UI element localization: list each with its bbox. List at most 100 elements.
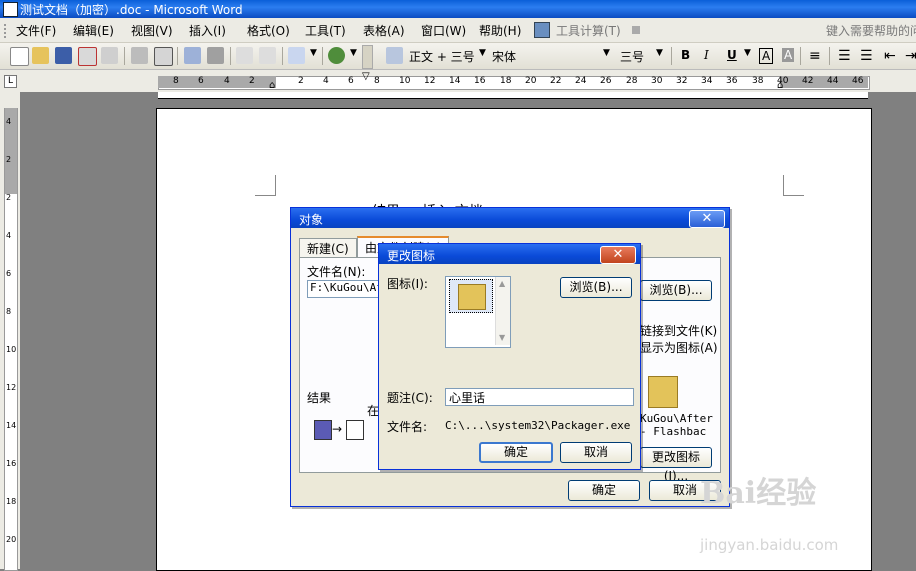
ruler-tick-label: 10 (399, 76, 411, 86)
underline-dropdown-icon[interactable]: ▼ (744, 48, 751, 58)
vertical-ruler-tick-label: 18 (6, 497, 17, 506)
menu-grip[interactable] (4, 24, 9, 38)
underline-button[interactable]: U (727, 48, 737, 62)
icon-list-item[interactable] (449, 279, 493, 313)
bullet-list-icon[interactable]: ☰ (860, 48, 873, 64)
vertical-ruler-tick-label: 2 (6, 193, 12, 202)
menu-stop-icon (632, 26, 640, 34)
ruler-tick-label: 4 (224, 76, 230, 86)
numbered-list-icon[interactable]: ☰ (838, 48, 851, 64)
ruler-tick-label: 8 (374, 76, 380, 86)
ruler-tick-label: 26 (600, 76, 612, 86)
spelling-icon[interactable] (184, 47, 201, 64)
toolbar-separator (282, 47, 283, 65)
print-preview-icon[interactable] (154, 47, 173, 66)
italic-button[interactable]: I (704, 48, 709, 62)
email-icon[interactable] (101, 47, 118, 64)
print-icon[interactable] (131, 47, 148, 64)
styles-pane-icon[interactable] (386, 47, 403, 64)
ruler-tick-label: 24 (575, 76, 587, 86)
font-size-combo[interactable]: 三号 (620, 48, 644, 65)
undo-dropdown-icon[interactable]: ▼ (310, 48, 317, 58)
menu-insert[interactable]: 插入(I) (189, 22, 226, 39)
align-justify-icon[interactable]: ≡ (809, 48, 821, 64)
menu-file[interactable]: 文件(F) (16, 22, 56, 39)
permission-icon[interactable] (78, 47, 97, 66)
menu-help[interactable]: 帮助(H) (479, 22, 521, 39)
change-icon-dialog-title: 更改图标 (387, 249, 436, 263)
icon-list[interactable]: ▲ ▼ (445, 276, 511, 348)
research-icon[interactable] (207, 47, 224, 64)
toolbar: ▼ ▼ 正文 + 三号 ▼ 宋体 ▼ 三号 ▼ B I U ▼ A A ≡ ☰ … (0, 43, 916, 70)
scroll-up-icon[interactable]: ▲ (499, 279, 505, 288)
ruler-tick-label: 28 (626, 76, 638, 86)
open-folder-icon[interactable] (32, 47, 49, 64)
left-indent-marker[interactable]: ⌂ (269, 80, 275, 91)
vertical-ruler-tick-label: 8 (6, 307, 12, 316)
menu-edit[interactable]: 编辑(E) (73, 22, 114, 39)
change-icon-button[interactable]: 更改图标(I)... (640, 447, 712, 483)
menu-window[interactable]: 窗口(W) (421, 22, 466, 39)
bold-button[interactable]: B (681, 48, 690, 62)
style-combo[interactable]: 正文 + 三号 (409, 48, 475, 65)
menu-tools[interactable]: 工具(T) (305, 22, 346, 39)
vertical-ruler-tick-label: 12 (6, 383, 17, 392)
ruler-tick-label: 14 (449, 76, 461, 86)
first-line-indent-marker[interactable]: ▽ (362, 71, 370, 82)
save-icon[interactable] (55, 47, 72, 64)
increase-indent-icon[interactable]: ⇥ (905, 48, 916, 64)
cancel-button[interactable]: 取消 (560, 442, 632, 463)
icon-caption-line2: - Flashbac (640, 425, 707, 438)
ok-button[interactable]: 确定 (568, 480, 640, 501)
caption-label: 题注(C): (387, 391, 433, 405)
font-combo[interactable]: 宋体 (492, 48, 516, 65)
tab-selector[interactable]: L (4, 75, 17, 88)
change-icon-dialog: 更改图标 ✕ 图标(I): ▲ ▼ 浏览(B)... 题注(C): 心里话 文件… (378, 243, 641, 470)
toolbar-separator (230, 47, 231, 65)
toolbar-overflow-icon[interactable] (362, 45, 373, 69)
ruler-tick-label: 36 (726, 76, 738, 86)
menu-view[interactable]: 视图(V) (131, 22, 173, 39)
caption-input[interactable]: 心里话 (445, 388, 634, 406)
ruler-tick-label: 2 (249, 76, 255, 86)
ruler-tick-label: 44 (827, 76, 839, 86)
vertical-ruler-tick-label: 4 (6, 231, 12, 240)
copy-icon[interactable] (236, 47, 253, 64)
vertical-ruler-tick-label: 10 (6, 345, 17, 354)
hyperlink-dropdown-icon[interactable]: ▼ (350, 48, 357, 58)
tab-create-new[interactable]: 新建(C) (299, 238, 357, 258)
font-dropdown-icon[interactable]: ▼ (603, 48, 610, 58)
menu-table[interactable]: 表格(A) (363, 22, 405, 39)
ruler-tick-label: 2 (298, 76, 304, 86)
new-document-icon[interactable] (10, 47, 29, 66)
ok-button[interactable]: 确定 (479, 442, 553, 463)
undo-icon[interactable] (288, 47, 305, 64)
paste-icon[interactable] (259, 47, 276, 64)
hyperlink-icon[interactable] (328, 47, 345, 64)
font-color-button[interactable]: A (759, 48, 774, 64)
browse-button[interactable]: 浏览(B)... (640, 280, 712, 301)
icon-list-scrollbar[interactable]: ▲ ▼ (495, 277, 510, 345)
link-to-file-option[interactable]: 链接到文件(K) (640, 322, 717, 339)
filename-value: C:\...\system32\Packager.exe (445, 419, 631, 432)
display-as-icon-option[interactable]: 显示为图标(A) (640, 339, 718, 356)
title-bar: 测试文档（加密）.doc - Microsoft Word (0, 0, 916, 18)
decrease-indent-icon[interactable]: ⇤ (884, 48, 896, 64)
watermark-logo: Bai经验 (700, 476, 817, 511)
ruler-tick-label: 4 (323, 76, 329, 86)
menu-format[interactable]: 格式(O) (247, 22, 290, 39)
scroll-down-icon[interactable]: ▼ (499, 333, 505, 342)
style-dropdown-icon[interactable]: ▼ (479, 48, 486, 58)
menu-tool-calc[interactable]: 工具计算(T) (556, 22, 621, 39)
help-search-box[interactable]: 键入需要帮助的问 (826, 22, 916, 39)
close-icon[interactable]: ✕ (689, 210, 725, 228)
highlight-button[interactable]: A (782, 48, 795, 62)
close-icon[interactable]: ✕ (600, 246, 636, 264)
ruler-tick-label: 30 (651, 76, 663, 86)
right-indent-marker[interactable]: ⌂ (777, 80, 783, 91)
toolbar-separator (124, 47, 125, 65)
browse-button[interactable]: 浏览(B)... (560, 277, 632, 298)
vertical-ruler-tick-label: 2 (6, 155, 12, 164)
result-source-icon (314, 420, 332, 440)
font-size-dropdown-icon[interactable]: ▼ (656, 48, 663, 58)
